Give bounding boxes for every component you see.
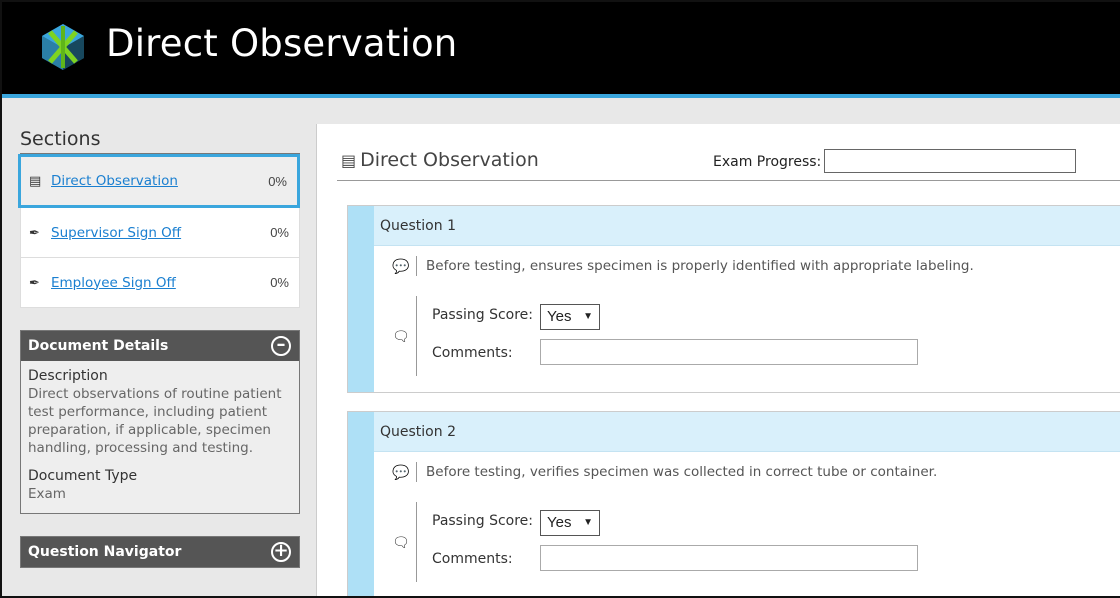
- passing-score-select[interactable]: Yes ▼: [540, 304, 600, 330]
- section-percent: 0%: [268, 173, 287, 189]
- question-navigator-title: Question Navigator: [28, 544, 182, 560]
- question-header: Question 1: [374, 206, 1120, 246]
- app-frame: Direct Observation Sections ▤ Direct Obs…: [0, 0, 1120, 598]
- comment-bubble-icon: 🗨: [392, 328, 410, 344]
- document-icon: ▤: [29, 173, 42, 188]
- section-item-supervisor-sign-off[interactable]: ✒ Supervisor Sign Off 0%: [20, 208, 300, 258]
- comments-label: Comments:: [432, 345, 513, 361]
- pen-icon: ✒: [29, 224, 40, 240]
- section-link[interactable]: Supervisor Sign Off: [51, 225, 181, 241]
- section-percent: 0%: [270, 275, 289, 290]
- question-header: Question 2: [374, 412, 1120, 452]
- document-details-header[interactable]: Document Details –: [21, 331, 299, 361]
- passing-score-label: Passing Score:: [432, 513, 534, 529]
- divider: [416, 502, 417, 582]
- app-title: Direct Observation: [106, 22, 458, 65]
- question-text: Before testing, verifies specimen was co…: [426, 464, 938, 480]
- passing-score-label: Passing Score:: [432, 307, 534, 323]
- section-list: ▤ Direct Observation 0% ✒ Supervisor Sig…: [18, 154, 300, 308]
- page-title: ▤ Direct Observation: [341, 149, 539, 171]
- speech-bubble-icon: 💬: [392, 464, 410, 480]
- minus-circle-icon[interactable]: –: [271, 336, 291, 356]
- section-item-direct-observation[interactable]: ▤ Direct Observation 0%: [18, 154, 300, 208]
- exam-progress-label: Exam Progress:: [713, 154, 822, 170]
- comments-input[interactable]: [540, 339, 918, 365]
- main-content: ▤ Direct Observation Exam Progress: Quest…: [316, 124, 1120, 596]
- speech-bubble-icon: 💬: [392, 258, 410, 274]
- cube-logo-icon: [42, 24, 84, 70]
- exam-progress-bar: [824, 149, 1076, 173]
- sidebar: Sections ▤ Direct Observation 0% ✒ Super…: [18, 128, 302, 568]
- description-value: Direct observations of routine patient t…: [28, 386, 282, 456]
- app-header: Direct Observation: [2, 2, 1120, 98]
- title-divider: [337, 180, 1120, 181]
- document-icon: ▤: [341, 151, 357, 170]
- sections-title: Sections: [20, 128, 300, 154]
- divider: [416, 296, 417, 376]
- divider: [416, 256, 417, 276]
- question-stripe: [348, 206, 374, 392]
- section-percent: 0%: [270, 225, 289, 240]
- question-text: Before testing, ensures specimen is prop…: [426, 258, 974, 274]
- divider: [416, 462, 417, 482]
- question-navigator-panel: Question Navigator +: [20, 536, 300, 568]
- question-card: Question 2 💬 Before testing, verifies sp…: [347, 411, 1120, 596]
- comments-input[interactable]: [540, 545, 918, 571]
- document-details-panel: Document Details – Description Direct ob…: [20, 330, 300, 514]
- document-type-label: Document Type: [28, 468, 138, 484]
- section-link[interactable]: Employee Sign Off: [51, 275, 176, 291]
- comment-bubble-icon: 🗨: [392, 534, 410, 550]
- description-label: Description: [28, 368, 108, 384]
- document-type-value: Exam: [28, 486, 66, 502]
- passing-score-select[interactable]: Yes ▼: [540, 510, 600, 536]
- question-navigator-header[interactable]: Question Navigator +: [21, 537, 299, 567]
- question-stripe: [348, 412, 374, 596]
- section-item-employee-sign-off[interactable]: ✒ Employee Sign Off 0%: [20, 258, 300, 308]
- document-details-title: Document Details: [28, 338, 169, 354]
- question-card: Question 1 💬 Before testing, ensures spe…: [347, 205, 1120, 393]
- pen-icon: ✒: [29, 274, 40, 290]
- document-details-body: Description Direct observations of routi…: [21, 361, 299, 513]
- plus-circle-icon[interactable]: +: [271, 542, 291, 562]
- section-link[interactable]: Direct Observation: [51, 173, 178, 189]
- dropdown-arrow-icon: ▼: [583, 517, 593, 528]
- comments-label: Comments:: [432, 551, 513, 567]
- dropdown-arrow-icon: ▼: [583, 311, 593, 322]
